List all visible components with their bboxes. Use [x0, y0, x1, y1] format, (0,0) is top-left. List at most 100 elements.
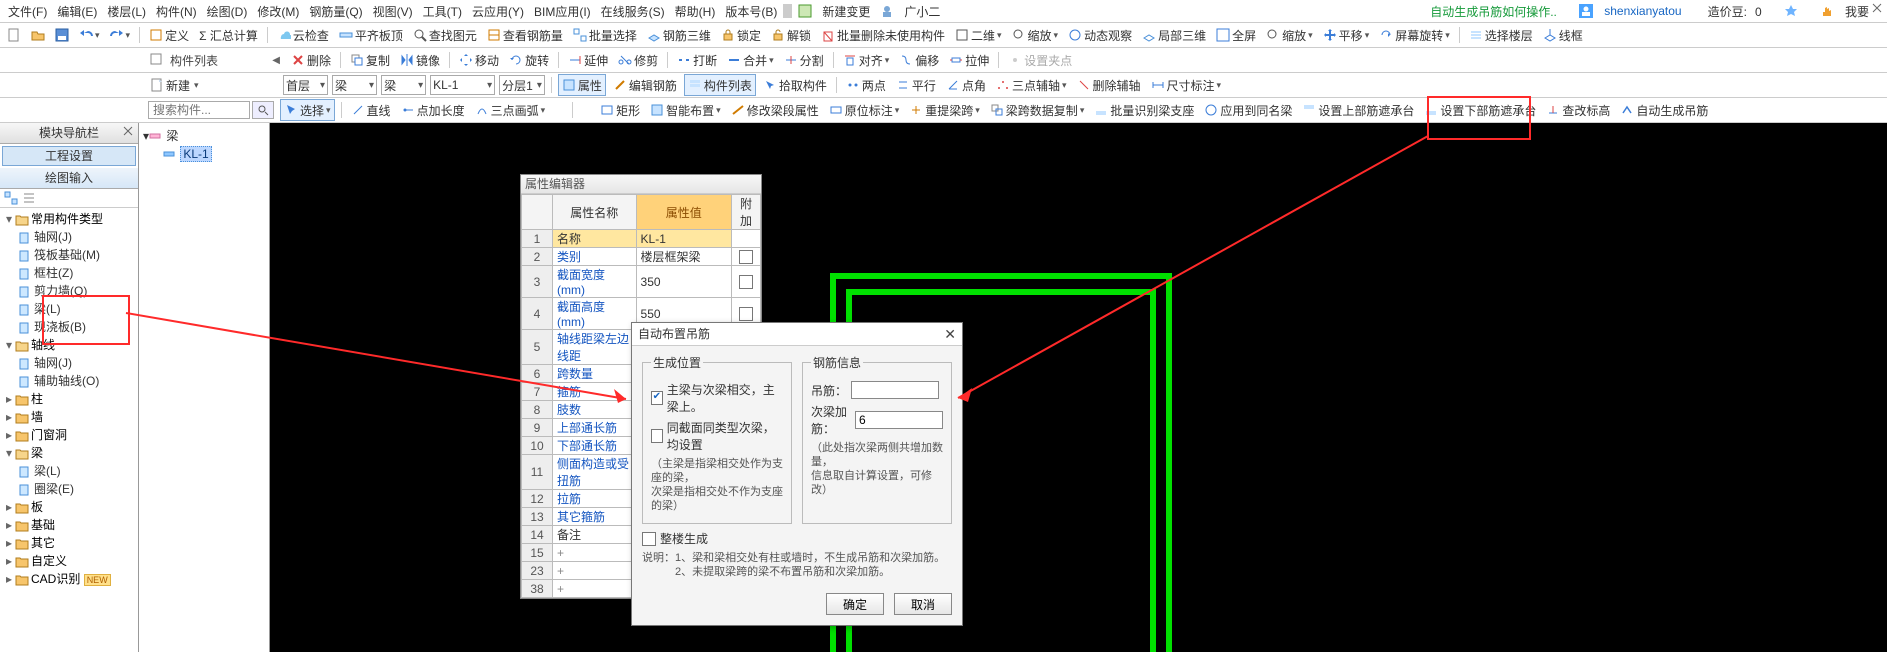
component-type-tree[interactable]: ▾常用构件类型轴网(J)筏板基础(M)框柱(Z)剪力墙(Q)梁(L)现浇板(B)…: [0, 208, 138, 652]
inplace-annot-button[interactable]: 原位标注▾: [826, 100, 903, 120]
move-button[interactable]: 移动: [456, 50, 502, 70]
tree-folder[interactable]: ▸墙: [4, 408, 136, 426]
align-slab-top-button[interactable]: 平齐板顶: [336, 25, 406, 45]
properties-button[interactable]: 属性: [558, 74, 606, 96]
notify-icon[interactable]: [1780, 4, 1802, 18]
parallel-button[interactable]: 平行: [893, 75, 939, 95]
tree-folder[interactable]: ▸基础: [4, 516, 136, 534]
beam-item-kl1[interactable]: KL-1: [180, 146, 211, 162]
set-grip-button[interactable]: 设置夹点: [1005, 50, 1075, 70]
menu-bim[interactable]: BIM应用(I): [530, 3, 595, 20]
tree-folder[interactable]: ▸柱: [4, 390, 136, 408]
save-button[interactable]: [52, 25, 72, 45]
dimension-button[interactable]: 尺寸标注▾: [1148, 75, 1225, 95]
wireframe-button[interactable]: 线框: [1540, 25, 1586, 45]
tree-folder[interactable]: ▾梁梁(L)圈梁(E): [4, 444, 136, 498]
offset-button[interactable]: 偏移: [896, 50, 942, 70]
unlock-button[interactable]: 解锁: [768, 25, 814, 45]
menu-help[interactable]: 帮助(H): [671, 3, 720, 20]
dialog-close-button[interactable]: ✕: [944, 323, 956, 345]
ok-button[interactable]: 确定: [826, 593, 884, 615]
menu-cloud[interactable]: 云应用(Y): [468, 3, 528, 20]
lock-button[interactable]: 锁定: [718, 25, 764, 45]
tree-leaf[interactable]: 轴网(J): [18, 354, 136, 372]
tree-folder[interactable]: ▸CAD识别 NEW: [4, 570, 136, 589]
define-button[interactable]: 定义: [146, 25, 192, 45]
list-view-icon[interactable]: [22, 191, 36, 205]
dialog-titlebar[interactable]: 自动布置吊筋 ✕: [632, 323, 962, 346]
undo-button[interactable]: ▾: [76, 25, 103, 45]
smart-layout-button[interactable]: 智能布置▾: [647, 100, 724, 120]
chevron-left-icon[interactable]: ◀: [272, 55, 280, 66]
sum-calculate-button[interactable]: Σ 汇总计算: [196, 25, 261, 45]
tree-leaf[interactable]: 框柱(Z): [18, 264, 136, 282]
tree-view-icon[interactable]: [4, 191, 18, 205]
credits[interactable]: 造价豆:0: [1700, 3, 1770, 20]
cb-same-section[interactable]: 同截面同类型次梁，均设置: [651, 419, 783, 453]
tree-leaf[interactable]: 轴网(J): [18, 228, 136, 246]
menu-floor[interactable]: 楼层(L): [103, 3, 150, 20]
tree-leaf[interactable]: 梁(L): [18, 462, 136, 480]
tree-folder[interactable]: ▸板: [4, 498, 136, 516]
apply-same-name-button[interactable]: 应用到同名梁: [1201, 100, 1295, 120]
instance-select[interactable]: KL-1▾: [430, 75, 495, 95]
user-short[interactable]: 广小二: [900, 3, 944, 20]
dynamic-orbit-button[interactable]: 动态观察: [1065, 25, 1135, 45]
reextract-span-button[interactable]: 重提梁跨▾: [906, 100, 983, 120]
point-angle-button[interactable]: 点角: [943, 75, 989, 95]
cb-whole-floor[interactable]: 整楼生成: [642, 530, 952, 547]
help-link[interactable]: 自动生成吊筋如何操作..: [1426, 3, 1561, 20]
mirror-button[interactable]: 镜像: [397, 50, 443, 70]
open-file-button[interactable]: [28, 25, 48, 45]
rectangle-button[interactable]: 矩形: [597, 100, 643, 120]
redo-button[interactable]: ▾: [107, 25, 134, 45]
trim-button[interactable]: 修剪: [615, 50, 661, 70]
cancel-button[interactable]: 取消: [894, 593, 952, 615]
pan-button[interactable]: 平移▾: [1320, 25, 1373, 45]
subcategory-select[interactable]: 梁▾: [381, 75, 426, 95]
select-tool-button[interactable]: 选择▾: [280, 99, 335, 121]
check-modify-elev-button[interactable]: 查改标高: [1543, 100, 1613, 120]
split-button[interactable]: 分割: [781, 50, 827, 70]
prop-row[interactable]: 2类别楼层框架梁: [522, 248, 761, 266]
pick-component-button[interactable]: 拾取构件: [760, 75, 830, 95]
menu-file[interactable]: 文件(F): [4, 3, 51, 20]
span-data-copy-button[interactable]: 梁跨数据复制▾: [987, 100, 1088, 120]
project-settings-tab[interactable]: 工程设置: [2, 146, 136, 166]
search-input[interactable]: [148, 101, 250, 119]
tree-leaf[interactable]: 圈梁(E): [18, 480, 136, 498]
cloud-check-button[interactable]: 云检查: [274, 25, 332, 45]
auto-gen-stirrup-button[interactable]: 自动生成吊筋: [1617, 100, 1711, 120]
find-element-button[interactable]: 查找图元: [410, 25, 480, 45]
new-component-button[interactable]: 新建▾: [146, 75, 279, 95]
batch-delete-unused-button[interactable]: 批量删除未使用构件: [818, 25, 948, 45]
set-top-cover-button[interactable]: 设置上部筋遮承台: [1299, 100, 1417, 120]
tree-folder[interactable]: ▸门窗洞: [4, 426, 136, 444]
stirrup-input[interactable]: [851, 381, 939, 399]
close-icon[interactable]: [122, 125, 136, 139]
floor-select[interactable]: 首层▾: [283, 75, 328, 95]
user-block[interactable]: shenxianyatou: [1571, 4, 1690, 19]
menu-rebar[interactable]: 钢筋量(Q): [305, 3, 366, 20]
view-rebar-qty-button[interactable]: 查看钢筋量: [484, 25, 566, 45]
rebar-3d-button[interactable]: 钢筋三维: [644, 25, 714, 45]
tree-leaf[interactable]: 辅助轴线(O): [18, 372, 136, 390]
line-tool-button[interactable]: 直线: [348, 100, 394, 120]
align-button[interactable]: 对齐▾: [840, 50, 893, 70]
select-floor-button[interactable]: 选择楼层: [1466, 25, 1536, 45]
extend-button[interactable]: 延伸: [565, 50, 611, 70]
edit-rebar-button[interactable]: 编辑钢筋: [610, 75, 680, 95]
layer-select[interactable]: 分层1▾: [499, 75, 545, 95]
menu-version[interactable]: 版本号(B): [721, 3, 781, 20]
prop-row[interactable]: 3截面宽度(mm)350: [522, 266, 761, 298]
screen-rotate-button[interactable]: 屏幕旋转▾: [1376, 25, 1453, 45]
new-file-button[interactable]: [4, 25, 24, 45]
stretch-button[interactable]: 拉伸: [946, 50, 992, 70]
search-button[interactable]: [252, 101, 274, 119]
menu-edit[interactable]: 编辑(E): [53, 3, 101, 20]
break-button[interactable]: 打断: [674, 50, 720, 70]
menu-modify[interactable]: 修改(M): [253, 3, 303, 20]
menu-tools[interactable]: 工具(T): [419, 3, 466, 20]
copy-button[interactable]: 复制: [347, 50, 393, 70]
menu-view[interactable]: 视图(V): [369, 3, 417, 20]
